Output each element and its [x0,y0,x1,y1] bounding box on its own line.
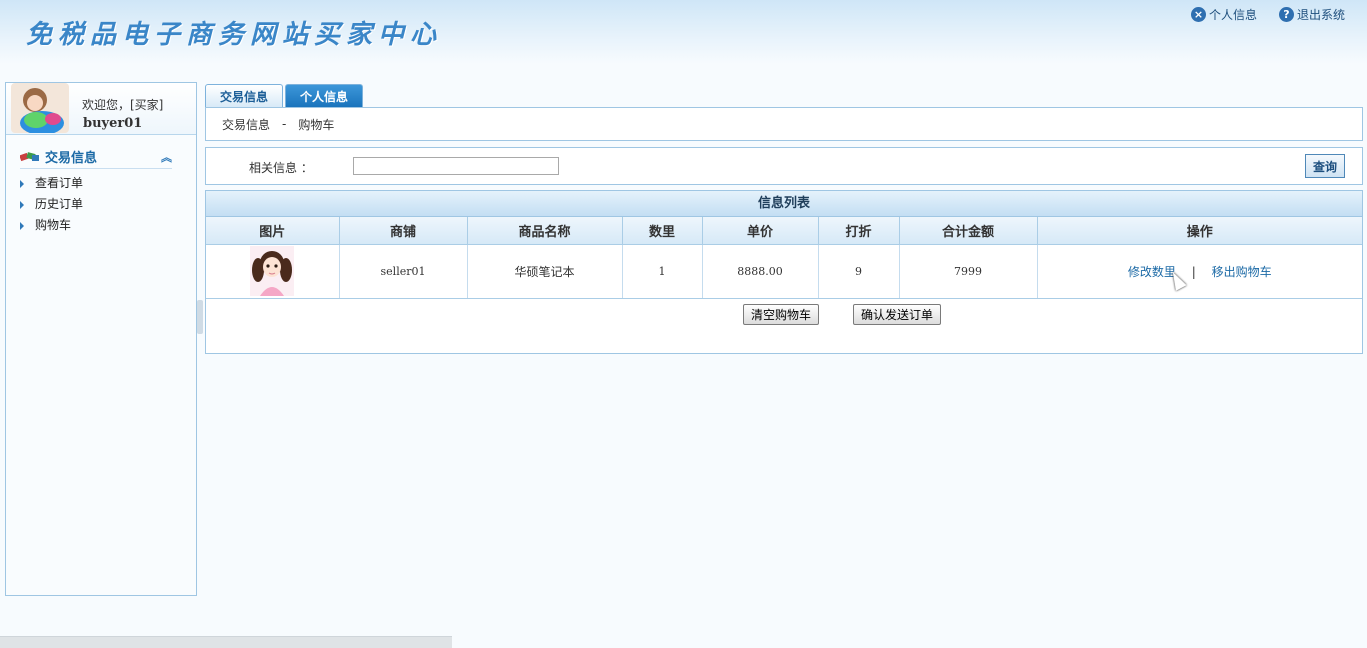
product-name-cell: 华硕笔记本 [467,244,623,299]
tab-personal-info[interactable]: 个人信息 [285,84,364,108]
col-header-product: 商品名称 [467,217,623,245]
total-cell: 7999 [899,244,1038,299]
table-row: seller01 华硕笔记本 1 8888.00 9 7999 修改数里 | 移… [206,244,1362,299]
arrow-right-icon [20,179,24,188]
search-input[interactable] [353,157,559,175]
personal-info-link[interactable]: × 个人信息 [1190,6,1257,23]
col-header-actions: 操作 [1037,217,1362,245]
col-header-price: 单价 [702,217,819,245]
username: buyer01 [83,116,143,131]
product-image [250,246,295,296]
menu-list: 查看订单 历史订单 购物车 [20,173,196,236]
search-label: 相关信息 ： [249,161,313,175]
trade-menu-icon [20,151,39,161]
search-button[interactable]: 查询 [1305,154,1345,178]
user-box: 欢迎您，[买家] buyer01 [6,83,196,135]
logout-link[interactable]: ? 退出系统 [1278,6,1345,23]
cart-actions: 清空购物车 确认发送订单 [743,304,942,325]
actions-cell: 修改数里 | 移出购物车 [1037,244,1362,299]
avatar [11,83,69,133]
table-header-row: 图片 商铺 商品名称 数里 单价 打折 合计金额 操作 [206,217,1362,245]
welcome-text: 欢迎您，[买家] [82,98,164,112]
top-links: × 个人信息 ? 退出系统 [1190,6,1345,23]
x-circle-icon: × [1190,7,1206,22]
status-bar [0,636,452,648]
arrow-right-icon [20,200,24,209]
site-title: 免税品电子商务网站买家中心 [26,20,443,50]
sidebar-item-cart[interactable]: 购物车 [20,215,196,236]
personal-info-label: 个人信息 [1208,8,1257,22]
logout-label: 退出系统 [1296,8,1345,22]
breadcrumb: 交易信息 - 购物车 [205,107,1363,141]
col-header-image: 图片 [206,217,340,245]
shop-cell: seller01 [339,244,468,299]
remove-from-cart-link[interactable]: 移出购物车 [1212,265,1272,279]
cart-table: 图片 商铺 商品名称 数里 单价 打折 合计金额 操作 seller01 华硕笔… [206,217,1362,299]
list-title: 信息列表 [206,191,1362,217]
discount-cell: 9 [818,244,900,299]
breadcrumb-separator: - [282,117,287,131]
info-list-panel: 信息列表 图片 商铺 商品名称 数里 单价 打折 合计金额 操作 seller0… [205,190,1363,354]
search-bar: 相关信息 ： 查询 [205,147,1363,185]
sidebar-item-label: 查看订单 [35,176,84,190]
qty-cell: 1 [622,244,703,299]
header-banner: 免税品电子商务网站买家中心 × 个人信息 ? 退出系统 [0,0,1367,64]
product-image-cell [206,244,340,299]
arrow-right-icon [20,221,24,230]
sidebar-item-label: 购物车 [35,218,72,232]
sidebar-item-label: 历史订单 [35,197,84,211]
clear-cart-button[interactable]: 清空购物车 [743,304,820,325]
col-header-discount: 打折 [818,217,900,245]
breadcrumb-page: 购物车 [298,117,335,132]
col-header-qty: 数里 [622,217,703,245]
help-circle-icon: ? [1278,7,1294,22]
sidebar-item-view-orders[interactable]: 查看订单 [20,173,196,194]
confirm-order-button[interactable]: 确认发送订单 [853,304,942,325]
tab-bar: 交易信息 个人信息 [205,84,364,108]
price-cell: 8888.00 [702,244,819,299]
op-separator: | [1191,264,1196,279]
menu-section-label: 交易信息 [45,151,98,166]
tab-trade-info[interactable]: 交易信息 [205,84,284,108]
breadcrumb-section: 交易信息 [222,117,271,132]
sidebar-splitter[interactable] [197,300,203,334]
menu-section-trade[interactable]: 交易信息 ︽ [20,147,172,169]
col-header-shop: 商铺 [339,217,468,245]
col-header-total: 合计金额 [899,217,1038,245]
sidebar-item-history-orders[interactable]: 历史订单 [20,194,196,215]
collapse-icon[interactable]: ︽ [161,149,172,165]
sidebar: 欢迎您，[买家] buyer01 交易信息 ︽ 查看订单 历史订单 购物车 [5,82,197,596]
